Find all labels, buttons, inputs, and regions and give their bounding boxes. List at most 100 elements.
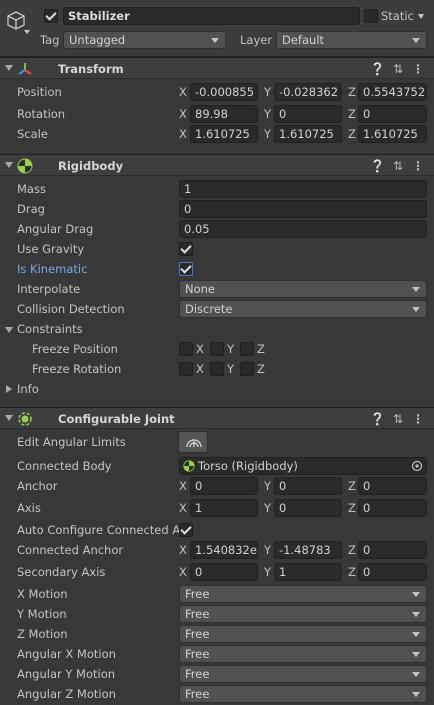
gameobject-cube-icon[interactable] [6,10,26,32]
help-icon[interactable]: ❔ [370,158,385,174]
axis-z-label[interactable]: Z [348,125,356,143]
axis-z-label[interactable]: Z [348,499,356,517]
configurable-joint-header[interactable]: Configurable Joint ❔ ⇅ ⋮ [0,407,434,429]
axis-z-label[interactable]: Z [348,477,356,495]
axis-x-label[interactable]: X [179,541,187,559]
connected-anchor-y-field[interactable]: -1.48783 [274,541,342,559]
tag-dropdown[interactable]: Untagged [63,31,226,49]
edit-angular-limits-button[interactable] [178,431,208,453]
angular-x-motion-dropdown[interactable]: Free [179,645,427,663]
x-motion-dropdown[interactable]: Free [179,585,427,603]
secondary-axis-x-field[interactable]: 0 [190,563,258,581]
z-motion-dropdown[interactable]: Free [179,625,427,643]
transform-header[interactable]: Transform ❔ ⇅ ⋮ [0,57,434,79]
anchor-x-field[interactable]: 0 [190,477,258,495]
position-x-field[interactable]: -0.000855 [190,83,258,101]
kebab-menu-icon[interactable]: ⋮ [411,158,425,174]
constraints-label[interactable]: Constraints [17,320,83,338]
drag-field[interactable]: 0 [179,200,427,218]
collision-detection-dropdown[interactable]: Discrete [179,300,427,318]
constraints-fold-icon[interactable] [5,327,13,333]
axis-x-label[interactable]: X [179,499,187,517]
fold-arrow-icon[interactable] [5,162,13,168]
axis-x-label[interactable]: X [179,105,187,123]
icon-dropdown-arrow[interactable] [24,30,30,34]
drag-label: Drag [17,202,45,216]
connected-body-field[interactable]: Torso (Rigidbody) [179,457,427,475]
auto-configure-checkbox[interactable] [179,523,193,537]
freeze-rotation-y-checkbox[interactable] [210,362,224,376]
angular-drag-field[interactable]: 0.05 [179,220,427,238]
axis-x-label[interactable]: X [179,83,187,101]
object-name-field[interactable]: Stabilizer [63,7,360,25]
is-kinematic-checkbox[interactable] [179,262,193,276]
freeze-rotation-x-checkbox[interactable] [179,362,193,376]
axis-y-label[interactable]: Y [264,563,271,581]
axis-z-field[interactable]: 0 [358,499,427,517]
rigidbody-header[interactable]: Rigidbody ❔ ⇅ ⋮ [0,154,434,176]
auto-configure-label: Auto Configure Connected A [17,523,181,537]
axis-y-label[interactable]: Y [264,83,271,101]
position-y-field[interactable]: -0.028362 [274,83,342,101]
axis-x-label[interactable]: X [179,125,187,143]
kebab-menu-icon[interactable]: ⋮ [411,61,425,77]
angular-z-motion-value: Free [185,687,210,701]
axis-z-label[interactable]: Z [348,105,356,123]
fold-arrow-icon[interactable] [5,415,13,421]
axis-y-label[interactable]: Y [264,477,271,495]
static-dropdown-arrow[interactable] [418,14,424,19]
active-checkbox[interactable] [44,9,58,23]
info-label[interactable]: Info [17,380,39,398]
axis-y-label[interactable]: Y [264,499,271,517]
kebab-menu-icon[interactable]: ⋮ [411,411,425,427]
freeze-position-z-checkbox[interactable] [240,342,254,356]
layer-label: Layer [240,33,273,47]
secondary-axis-z-field[interactable]: 0 [358,563,427,581]
use-gravity-checkbox[interactable] [179,242,193,256]
presets-icon[interactable]: ⇅ [391,158,405,174]
anchor-z-field[interactable]: 0 [358,477,427,495]
axis-y-label[interactable]: Y [264,125,271,143]
chevron-down-icon [412,652,420,657]
connected-anchor-z-field[interactable]: 0 [358,541,427,559]
help-icon[interactable]: ❔ [370,411,385,427]
presets-icon[interactable]: ⇅ [391,411,405,427]
connected-anchor-x-field[interactable]: 1.540832e [190,541,258,559]
interpolate-dropdown[interactable]: None [179,280,427,298]
freeze-position-x-checkbox[interactable] [179,342,193,356]
axis-z-label[interactable]: Z [348,563,356,581]
scale-label: Scale [17,127,48,141]
static-label: Static [381,9,414,23]
rotation-z-field[interactable]: 0 [358,105,427,123]
info-fold-icon[interactable] [6,385,12,393]
mass-field[interactable]: 1 [179,180,427,198]
fold-arrow-icon[interactable] [5,65,13,71]
y-motion-dropdown[interactable]: Free [179,605,427,623]
axis-y-label[interactable]: Y [264,105,271,123]
layer-dropdown[interactable]: Default [276,31,427,49]
axis-x-label[interactable]: X [179,477,187,495]
static-checkbox[interactable] [364,9,378,23]
secondary-axis-y-field[interactable]: 1 [274,563,342,581]
axis-y-field[interactable]: 0 [274,499,342,517]
axis-x-field[interactable]: 1 [190,499,258,517]
scale-y-field[interactable]: 1.610725 [274,125,342,143]
help-icon[interactable]: ❔ [370,61,385,77]
freeze-position-y-checkbox[interactable] [210,342,224,356]
presets-icon[interactable]: ⇅ [391,61,405,77]
rotation-y-field[interactable]: 0 [274,105,342,123]
anchor-y-field[interactable]: 0 [274,477,342,495]
scale-x-field[interactable]: 1.610725 [190,125,258,143]
position-z-field[interactable]: 0.5543752 [358,83,427,101]
axis-z-label[interactable]: Z [348,541,356,559]
axis-x-label[interactable]: X [179,563,187,581]
chevron-down-icon [412,632,420,637]
rotation-x-field[interactable]: 89.98 [190,105,258,123]
object-picker-icon[interactable] [411,460,423,472]
axis-z-label[interactable]: Z [348,83,356,101]
angular-z-motion-dropdown[interactable]: Free [179,685,427,703]
axis-y-label[interactable]: Y [264,541,271,559]
scale-z-field[interactable]: 1.610725 [358,125,427,143]
freeze-rotation-z-checkbox[interactable] [240,362,254,376]
angular-y-motion-dropdown[interactable]: Free [179,665,427,683]
